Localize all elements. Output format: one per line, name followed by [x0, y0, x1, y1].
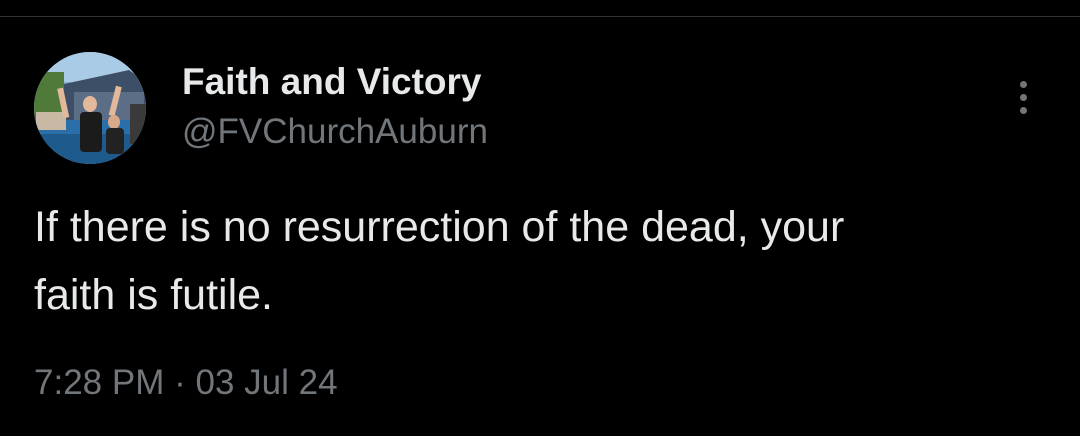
more-vertical-icon-dot-3 [1019, 106, 1027, 114]
author-handle[interactable]: @FVChurchAuburn [182, 111, 488, 153]
avatar-photo [34, 52, 146, 164]
avatar[interactable] [34, 52, 146, 164]
author-display-name[interactable]: Faith and Victory [182, 61, 482, 103]
tweet-timestamp: 7:28 PM · 03 Jul 24 [34, 362, 338, 404]
tweet: Faith and Victory @FVChurchAuburn If the… [0, 17, 1080, 436]
tweet-date[interactable]: 03 Jul 24 [195, 363, 337, 402]
more-vertical-icon-dot-2 [1019, 93, 1027, 101]
timestamp-separator: · [174, 363, 186, 402]
more-options-button[interactable] [1006, 75, 1040, 119]
tweet-text: If there is no resurrection of the dead,… [34, 203, 845, 319]
tweet-time[interactable]: 7:28 PM [34, 363, 164, 402]
more-vertical-icon [1019, 80, 1027, 88]
